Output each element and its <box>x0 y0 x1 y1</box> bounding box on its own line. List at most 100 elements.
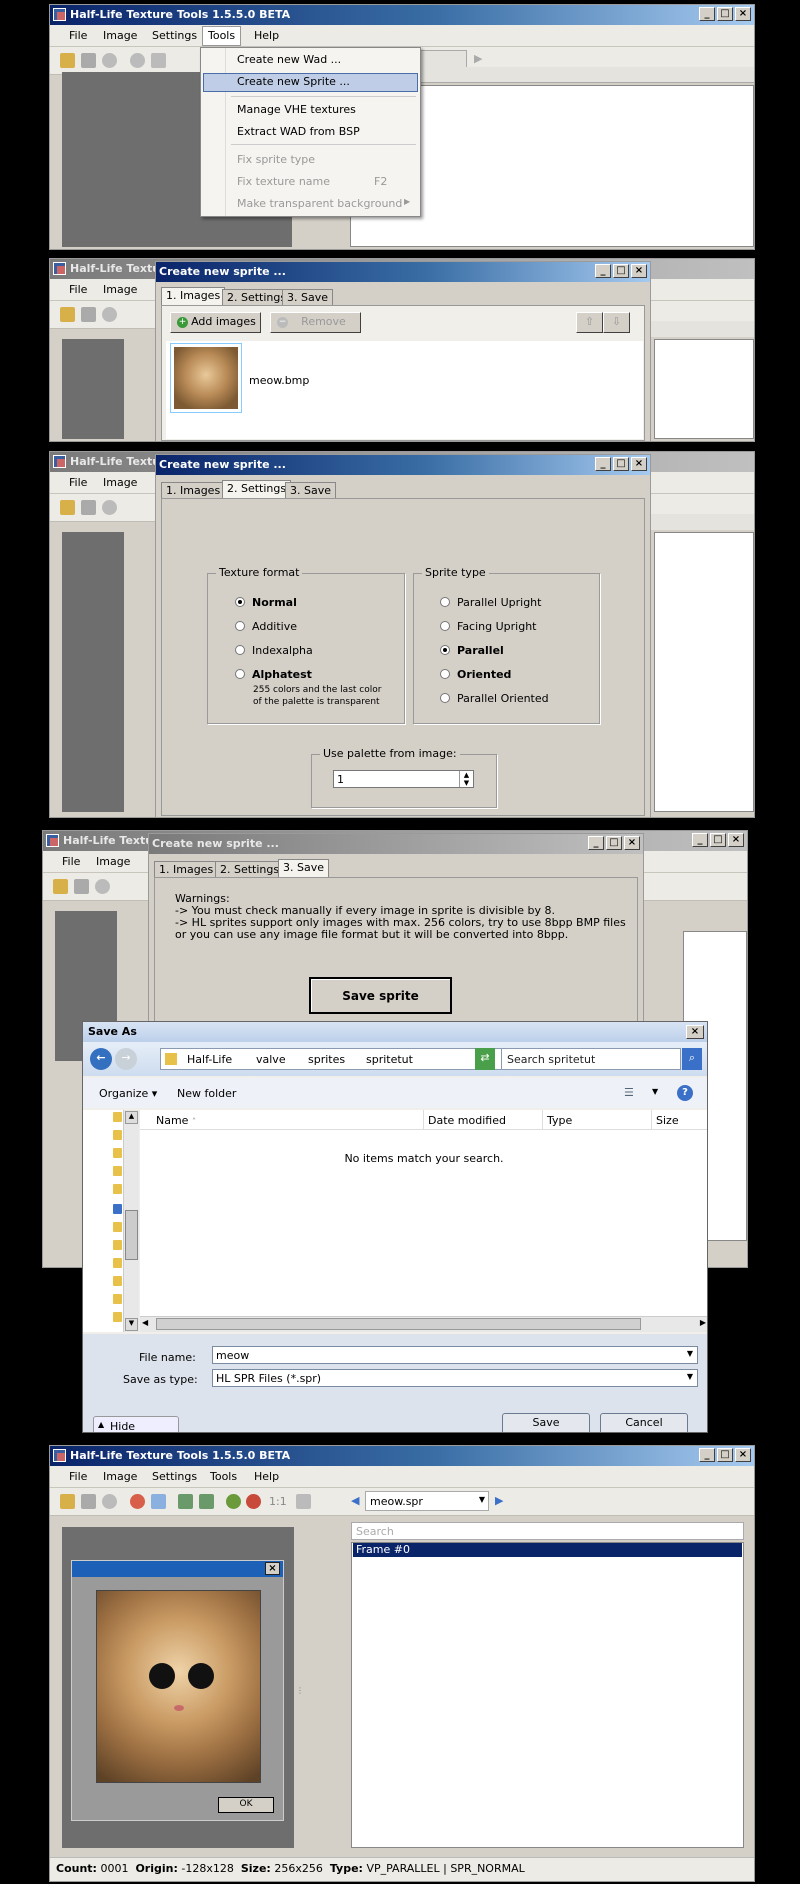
maximize-button[interactable]: □ <box>606 836 622 850</box>
close-button[interactable]: × <box>735 7 751 21</box>
texture-list[interactable] <box>654 339 754 439</box>
breadcrumb-valve[interactable]: valve <box>256 1053 286 1066</box>
search-icon[interactable]: ⌕ <box>682 1048 702 1070</box>
play-icon[interactable] <box>95 879 110 894</box>
tab-save[interactable]: 3. Save <box>278 859 329 877</box>
radio-oriented[interactable]: Oriented <box>440 668 511 681</box>
grid-icon[interactable] <box>296 1494 311 1509</box>
maximize-button[interactable]: □ <box>710 833 726 847</box>
col-size[interactable]: Size <box>651 1110 679 1130</box>
folder-icon[interactable] <box>113 1294 122 1304</box>
radio-parallel[interactable]: Parallel <box>440 644 504 657</box>
hide-folders-button[interactable]: ▲Hide Folders <box>93 1416 179 1432</box>
menu-tools[interactable]: Tools <box>202 26 242 46</box>
save-icon[interactable] <box>81 307 96 322</box>
color-icon[interactable] <box>130 1494 145 1509</box>
next-icon[interactable]: ▶ <box>474 52 482 65</box>
radio-alphatest[interactable]: Alphatest <box>235 668 312 681</box>
menu-image[interactable]: Image <box>103 476 137 489</box>
computer-icon[interactable] <box>113 1204 122 1214</box>
new-icon[interactable] <box>60 53 75 68</box>
save-icon[interactable] <box>81 1494 96 1509</box>
save-icon[interactable] <box>74 879 89 894</box>
copy-icon[interactable] <box>151 53 166 68</box>
tab-save[interactable]: 3. Save <box>282 289 333 305</box>
tab-settings[interactable]: 2. Settings <box>222 289 292 305</box>
radio-parallel-oriented[interactable]: Parallel Oriented <box>440 692 549 705</box>
close-button[interactable]: × <box>735 1448 751 1462</box>
menu-file[interactable]: File <box>69 476 87 489</box>
tab-settings[interactable]: 2. Settings <box>222 480 292 498</box>
new-folder-button[interactable]: New folder <box>177 1087 236 1100</box>
radio-additive[interactable]: Additive <box>235 620 297 633</box>
move-up-button[interactable]: ⇧ <box>576 312 603 333</box>
play-icon[interactable] <box>102 1494 117 1509</box>
play-icon[interactable] <box>102 307 117 322</box>
menu-item-make-transparent[interactable]: Make transparent background <box>237 197 402 210</box>
menu-image[interactable]: Image <box>103 283 137 296</box>
tree-scrollbar[interactable]: ▲ ▼ <box>123 1110 139 1332</box>
move-down-button[interactable]: ⇩ <box>603 312 630 333</box>
search-input[interactable]: Search spritetut <box>501 1048 681 1070</box>
tab-save[interactable]: 3. Save <box>285 482 336 498</box>
breadcrumb-sprites[interactable]: sprites <box>308 1053 345 1066</box>
file-dropdown[interactable]: meow.spr ▼ <box>365 1491 489 1511</box>
close-button[interactable]: × <box>624 836 640 850</box>
scroll-down-icon[interactable]: ▼ <box>125 1318 138 1331</box>
chevron-down-icon[interactable]: ▼ <box>479 1495 485 1504</box>
menu-settings[interactable]: Settings <box>152 29 197 42</box>
add-images-button[interactable]: + Add images <box>170 312 261 333</box>
menu-item-create-wad[interactable]: Create new Wad ... <box>237 53 341 66</box>
minimize-button[interactable]: _ <box>588 836 604 850</box>
splitter-grip[interactable]: ⋮ <box>296 1687 304 1708</box>
radio-indexalpha[interactable]: Indexalpha <box>235 644 313 657</box>
col-date-modified[interactable]: Date modified <box>423 1110 506 1130</box>
save-icon[interactable] <box>81 53 96 68</box>
minimize-button[interactable]: _ <box>595 264 611 278</box>
menu-file[interactable]: File <box>69 283 87 296</box>
menu-item-fix-texture-name[interactable]: Fix texture name <box>237 175 330 188</box>
tab-images[interactable]: 1. Images <box>154 861 219 877</box>
folder-icon[interactable] <box>113 1312 122 1322</box>
col-name[interactable]: Name ˄ <box>156 1114 196 1127</box>
color-icon[interactable] <box>130 53 145 68</box>
maximize-button[interactable]: □ <box>717 7 733 21</box>
zoom-out-icon[interactable] <box>246 1494 261 1509</box>
menu-image[interactable]: Image <box>96 855 130 868</box>
copy-icon[interactable] <box>151 1494 166 1509</box>
save-type-select[interactable]: HL SPR Files (*.spr) ▼ <box>212 1369 698 1387</box>
maximize-button[interactable]: □ <box>613 264 629 278</box>
menu-help[interactable]: Help <box>254 29 279 42</box>
scroll-left-icon[interactable]: ◀ <box>142 1318 148 1327</box>
menu-help[interactable]: Help <box>254 1470 279 1483</box>
frame-list[interactable]: Frame #0 <box>351 1542 744 1848</box>
folder-icon[interactable] <box>113 1184 122 1194</box>
menu-item-extract-wad[interactable]: Extract WAD from BSP <box>237 125 360 138</box>
scroll-up-icon[interactable]: ▲ <box>125 1111 138 1124</box>
search-box[interactable] <box>650 514 754 530</box>
new-icon[interactable] <box>60 307 75 322</box>
play-icon[interactable] <box>102 53 117 68</box>
minimize-button[interactable]: _ <box>699 7 715 21</box>
new-icon[interactable] <box>53 879 68 894</box>
menu-file[interactable]: File <box>69 29 87 42</box>
help-icon[interactable]: ? <box>677 1085 693 1101</box>
close-button[interactable]: × <box>686 1025 704 1039</box>
tab-images[interactable]: 1. Images <box>161 287 226 305</box>
chevron-down-icon[interactable]: ▼ <box>687 1372 693 1381</box>
tab-images[interactable]: 1. Images <box>161 482 226 498</box>
prev-icon[interactable]: ◀ <box>351 1494 359 1507</box>
minimize-button[interactable]: _ <box>595 457 611 471</box>
horizontal-scrollbar[interactable]: ◀ ▶ <box>140 1316 707 1332</box>
save-icon[interactable] <box>81 500 96 515</box>
cancel-button[interactable]: Cancel <box>600 1413 688 1432</box>
radio-parallel-upright[interactable]: Parallel Upright <box>440 596 541 609</box>
image-thumbnail[interactable] <box>170 343 242 413</box>
remove-button[interactable]: − Remove <box>270 312 361 333</box>
minimize-button[interactable]: _ <box>699 1448 715 1462</box>
zoom-reset-label[interactable]: 1:1 <box>269 1495 287 1508</box>
close-icon[interactable]: × <box>265 1562 280 1575</box>
spinner-arrows-icon[interactable]: ▲ ▼ <box>459 771 473 787</box>
folder-tree[interactable] <box>83 1110 123 1332</box>
file-name-input[interactable]: meow ▼ <box>212 1346 698 1364</box>
